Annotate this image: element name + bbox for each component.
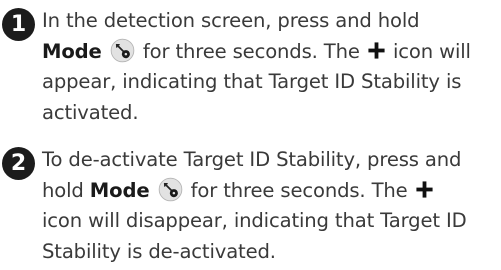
mode-label: Mode: [89, 178, 150, 202]
step-text: To de-activate Target ID Stability, pres…: [42, 145, 501, 267]
step-number-badge: 1: [2, 8, 35, 41]
step-text-part-b: for three seconds. The: [142, 39, 360, 63]
step-text-part-b: for three seconds. The: [190, 178, 408, 202]
step-number-badge: 2: [2, 147, 35, 180]
step-text-part-c: icon will disappear, indicating that Tar…: [42, 209, 467, 263]
mode-button-icon: [158, 177, 182, 201]
step-text-part-a: In the detection screen, press and hold: [42, 9, 420, 32]
mode-button-icon: [110, 38, 135, 62]
plus-icon: [416, 180, 433, 198]
mode-label: Mode: [42, 39, 102, 63]
step-text: In the detection screen, press and hold M…: [42, 6, 501, 128]
plus-icon: [368, 41, 385, 59]
